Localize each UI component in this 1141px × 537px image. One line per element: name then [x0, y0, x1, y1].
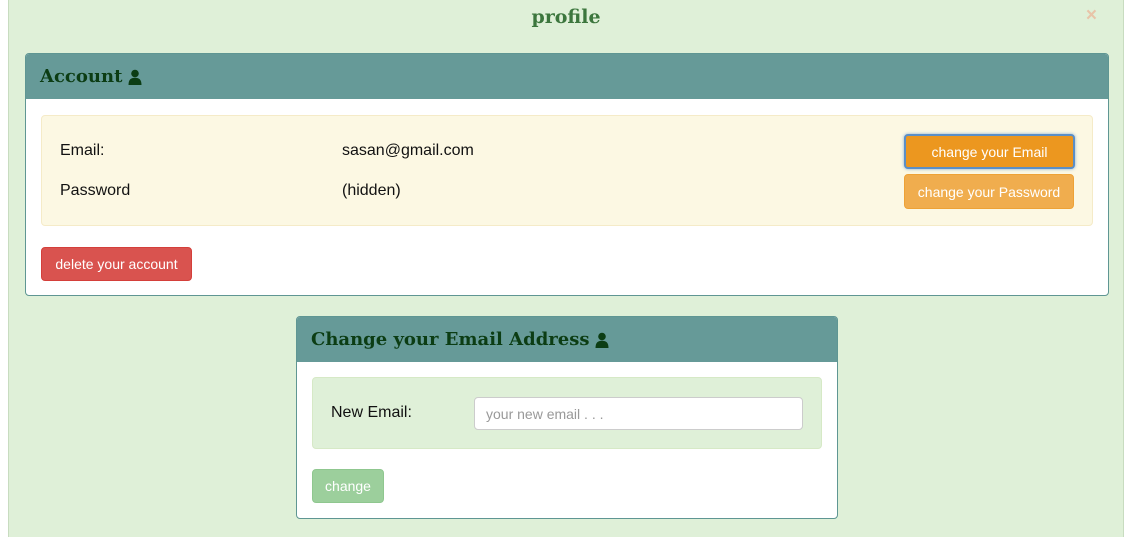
account-heading: Account: [40, 66, 142, 87]
delete-account-button[interactable]: delete your account: [41, 247, 192, 281]
change-email-heading-text: Change your Email Address: [311, 329, 590, 350]
close-icon[interactable]: ×: [1086, 6, 1097, 26]
account-heading-text: Account: [40, 66, 123, 87]
email-value: sasan@gmail.com: [342, 142, 474, 159]
password-value: (hidden): [342, 182, 401, 199]
change-email-form-well: New Email:: [312, 377, 822, 449]
change-email-heading: Change your Email Address: [311, 329, 609, 350]
change-submit-button[interactable]: change: [312, 469, 384, 503]
user-icon: [128, 69, 142, 85]
password-label: Password: [60, 182, 131, 199]
change-email-button[interactable]: change your Email: [904, 134, 1075, 169]
account-info-well: Email: sasan@gmail.com Password (hidden)…: [41, 115, 1093, 226]
email-label: Email:: [60, 142, 105, 159]
change-email-panel-heading: Change your Email Address: [297, 317, 837, 362]
new-email-input[interactable]: [474, 397, 803, 430]
modal-title: profile: [531, 6, 601, 28]
new-email-label: New Email:: [331, 404, 412, 421]
change-email-panel: Change your Email Address New Email: cha…: [296, 316, 838, 519]
change-password-button[interactable]: change your Password: [904, 174, 1074, 209]
user-icon: [595, 332, 609, 348]
account-panel-heading: Account: [26, 54, 1108, 99]
account-panel: Account Email: sasan@gmail.com Password …: [25, 53, 1109, 296]
profile-modal: profile × Account Email: sasan@gmail.com…: [8, 0, 1124, 537]
